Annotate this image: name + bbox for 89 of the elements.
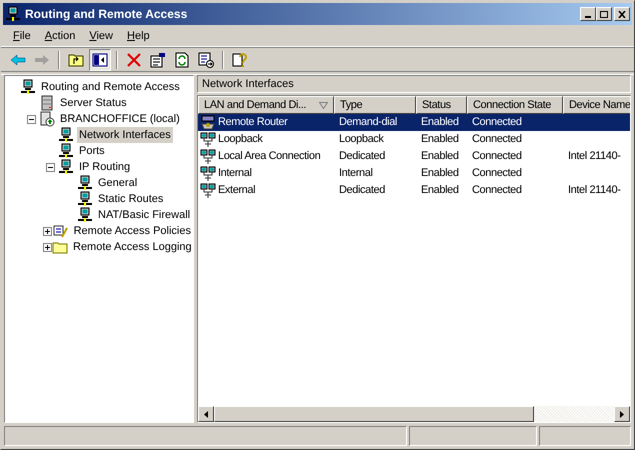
table-cell-text: Enabled	[421, 132, 459, 148]
computer-icon	[20, 79, 36, 95]
collapse-icon[interactable]	[27, 114, 36, 124]
network-icon	[58, 159, 74, 175]
folder-up-icon	[68, 52, 84, 68]
policy-icon	[52, 223, 69, 239]
back-arrow-icon	[10, 52, 26, 68]
table-row[interactable]: Internal Internal Enabled Connected	[198, 165, 630, 182]
table-cell-text: Local Area Connection	[218, 149, 320, 164]
table-cell-text: Loopback	[218, 132, 263, 148]
network-icon	[77, 175, 93, 191]
close-button[interactable]	[614, 7, 630, 21]
tree-item[interactable]: IP Routing	[77, 158, 132, 176]
tree-item[interactable]: Static Routes	[96, 190, 166, 208]
network-icon	[58, 143, 74, 159]
tree-item[interactable]: Routing and Remote Access	[39, 78, 182, 96]
table-cell-text: Connected	[472, 132, 522, 148]
close-icon	[618, 10, 626, 18]
network-icon	[58, 127, 74, 143]
table-cell-text: Remote Router	[218, 115, 288, 130]
scroll-right-button[interactable]	[614, 406, 630, 422]
table-cell-text: Intel 21140-	[568, 149, 620, 164]
tree-item[interactable]: Server Status	[58, 94, 129, 112]
sort-icon	[319, 102, 328, 108]
modem-icon	[200, 114, 216, 130]
pane-title: Network Interfaces	[202, 76, 294, 92]
network-adapter-icon	[200, 166, 216, 182]
table-cell-text: Loopback	[339, 132, 384, 148]
table-cell-text: Dedicated	[339, 149, 385, 164]
expand-icon[interactable]	[43, 242, 52, 252]
table-row[interactable]: External Dedicated Enabled Connected Intel 21140-	[198, 182, 630, 199]
tree-item[interactable]: NAT/Basic Firewall	[96, 206, 192, 224]
help-icon	[232, 52, 248, 68]
table-cell-text: Enabled	[421, 166, 459, 182]
table-row[interactable]: Local Area Connection Dedicated Enabled Connected Intel 21140-	[198, 148, 630, 165]
maximize-icon	[600, 10, 608, 18]
table-row[interactable]: Loopback Loopback Enabled Connected	[198, 131, 630, 148]
table-cell-text: Connected	[472, 183, 522, 198]
table-cell-text: Intel 21140-	[568, 183, 620, 198]
delete-icon	[126, 52, 142, 68]
scroll-thumb[interactable]	[214, 406, 534, 422]
network-adapter-icon	[200, 148, 216, 164]
tree-item[interactable]: Network Interfaces	[77, 126, 173, 144]
menu-item[interactable]: Help	[120, 28, 157, 45]
server-icon	[39, 111, 55, 127]
column-header[interactable]: LAN and Demand Di...	[198, 96, 334, 114]
column-header[interactable]: Status	[416, 96, 467, 114]
menu-item[interactable]: File	[6, 28, 38, 45]
app-icon	[5, 6, 21, 22]
table-cell-text: Demand-dial	[339, 115, 397, 130]
tree-item[interactable]: BRANCHOFFICE (local)	[58, 110, 182, 128]
maximize-button[interactable]	[596, 7, 612, 21]
left-arrow-icon	[204, 410, 208, 418]
toolbar-button[interactable]	[89, 48, 111, 70]
table-cell-text: Internal	[339, 166, 372, 182]
server-icon	[39, 95, 55, 111]
column-header[interactable]: Connection State	[467, 96, 563, 114]
table-cell-text: Enabled	[421, 183, 459, 198]
table-cell-text: Internal	[218, 166, 252, 182]
minimize-button[interactable]	[580, 7, 596, 21]
table-cell-text: External	[218, 183, 256, 198]
table-cell-text: Dedicated	[339, 183, 385, 198]
network-adapter-icon	[200, 182, 216, 198]
tree-pane-icon	[92, 52, 108, 68]
column-header[interactable]: Type	[334, 96, 416, 114]
menu-item[interactable]: Action	[38, 28, 82, 45]
table-cell-text: Enabled	[421, 115, 459, 130]
expand-icon[interactable]	[43, 226, 52, 236]
table-cell-text: Connected	[472, 149, 522, 164]
tree-item[interactable]: Remote Access Policies	[72, 222, 193, 240]
menu-item[interactable]: View	[82, 28, 120, 45]
properties-icon	[150, 52, 166, 68]
tree-item[interactable]: Remote Access Logging	[71, 238, 194, 256]
network-adapter-icon	[200, 132, 216, 148]
right-arrow-icon	[620, 410, 624, 418]
refresh-icon	[174, 52, 190, 68]
network-icon	[77, 207, 93, 223]
column-header[interactable]: Device Name	[563, 96, 630, 114]
collapse-icon[interactable]	[46, 162, 55, 172]
export-list-icon	[198, 52, 214, 68]
tree-item[interactable]: General	[96, 174, 140, 192]
table-row[interactable]: Remote Router Demand-dial Enabled Connected	[198, 114, 630, 131]
table-cell-text: Connected	[472, 166, 522, 182]
tree-item[interactable]: Ports	[77, 142, 107, 160]
scroll-left-button[interactable]	[198, 406, 214, 422]
table-cell-text: Connected	[472, 115, 522, 130]
table-cell-text: Enabled	[421, 149, 459, 164]
window-title: Routing and Remote Access	[25, 6, 188, 23]
network-icon	[77, 191, 93, 207]
